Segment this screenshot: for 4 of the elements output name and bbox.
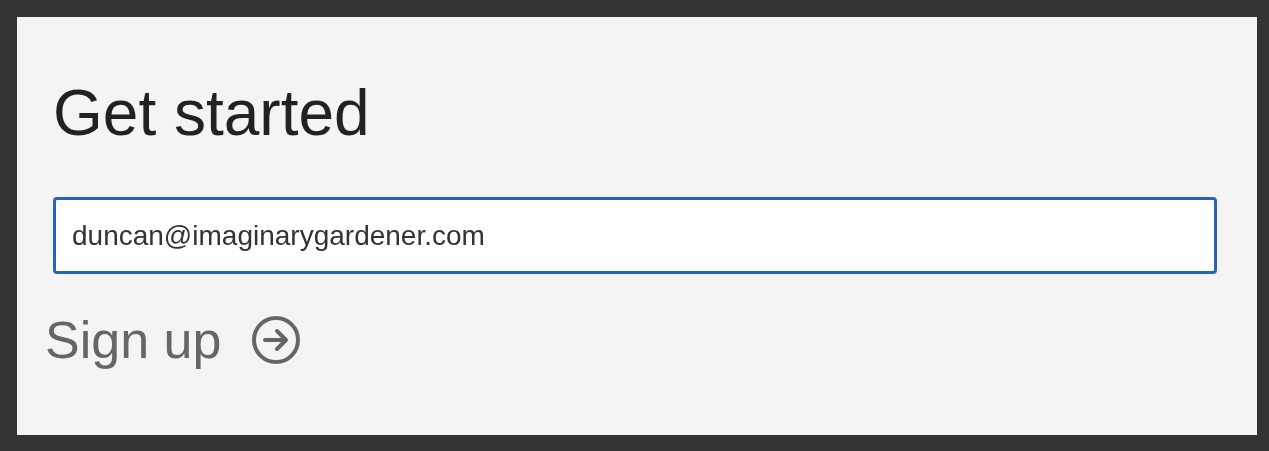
arrow-circle-icon	[251, 315, 302, 365]
sign-up-button[interactable]: Sign up	[45, 308, 302, 372]
email-field[interactable]: duncan@imaginarygardener.com	[53, 197, 1217, 274]
page-title: Get started	[53, 76, 370, 151]
